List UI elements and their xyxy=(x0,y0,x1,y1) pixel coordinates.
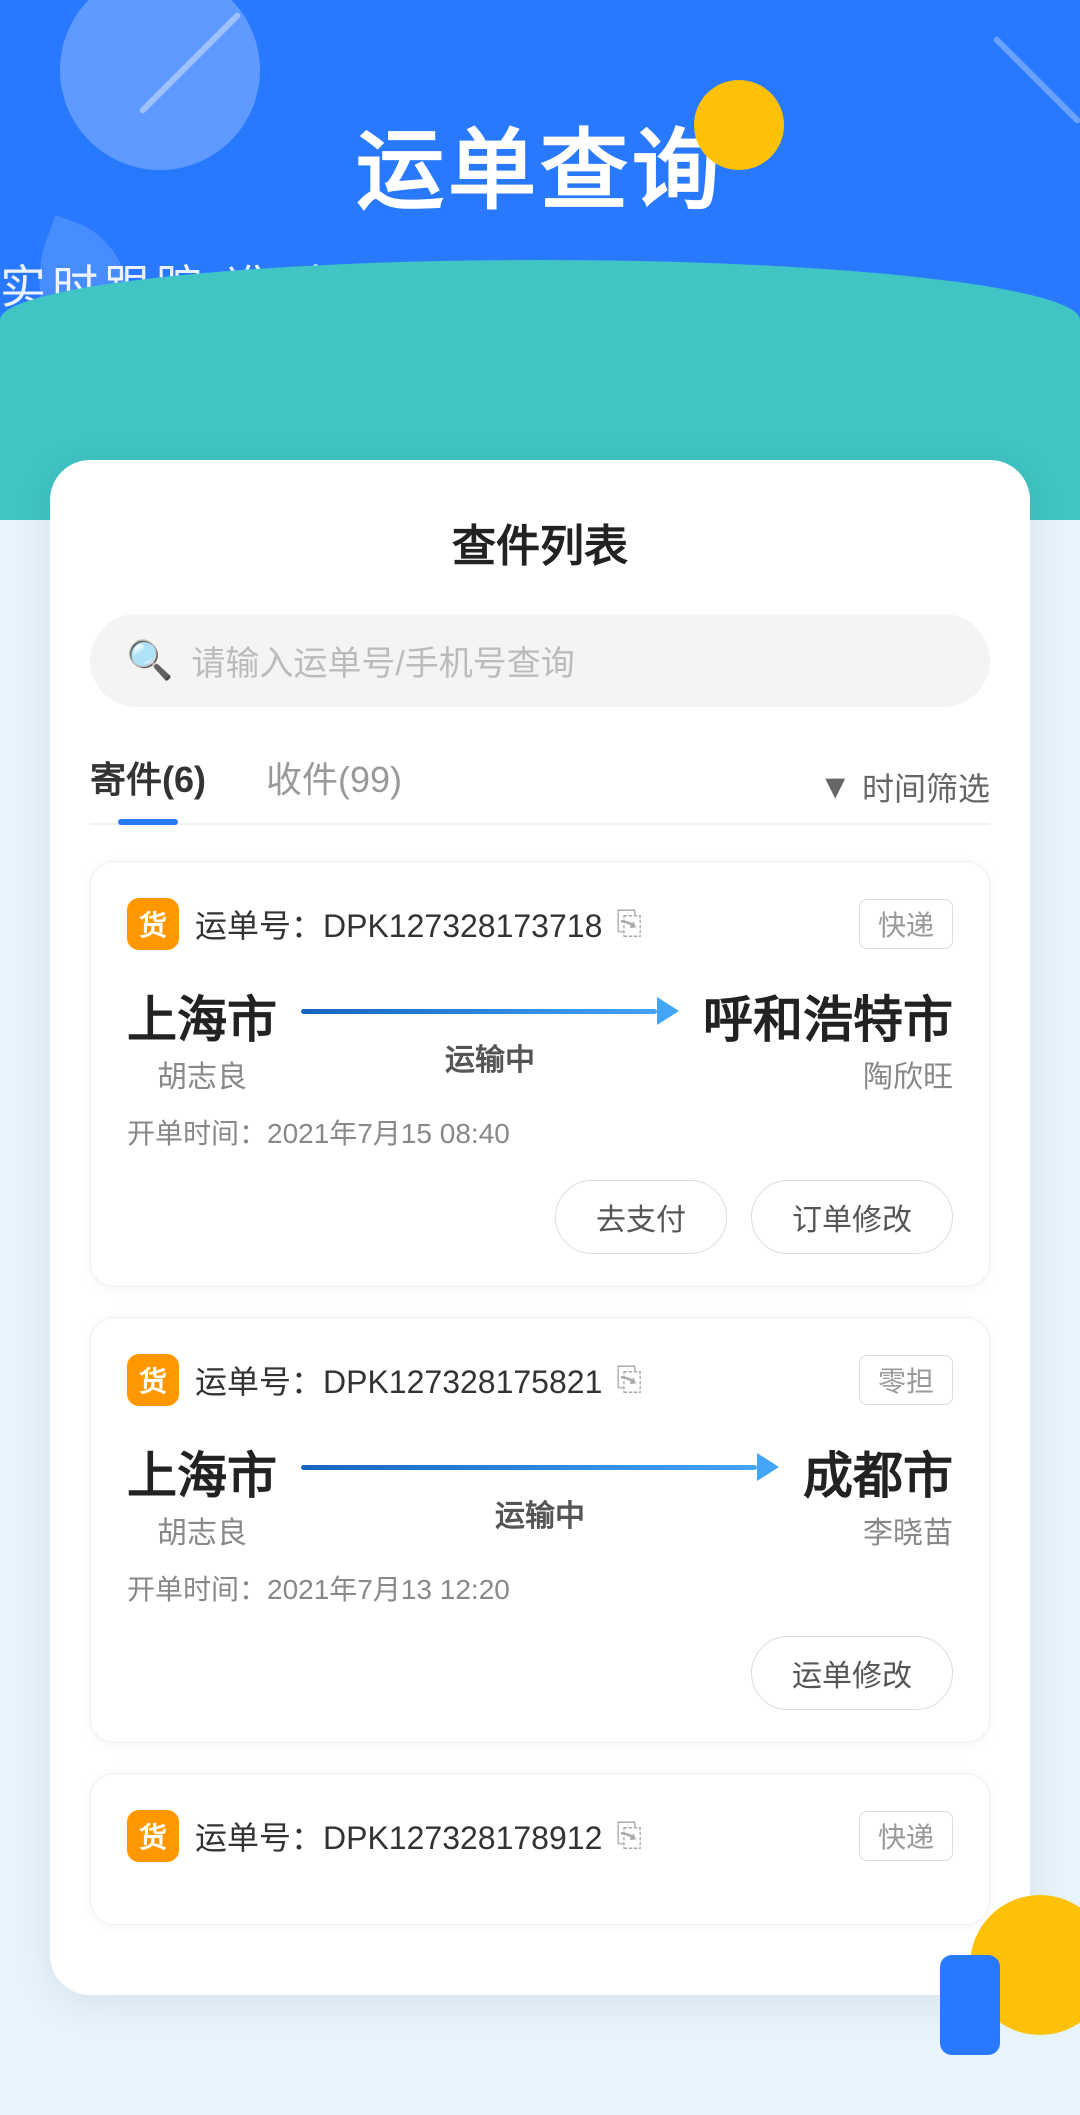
filter-label: 时间筛选 xyxy=(862,764,990,810)
route-arrow-1: 运输中 xyxy=(277,997,703,1079)
arrow-line-1 xyxy=(301,997,679,1025)
pkg-time-2: 开单时间：2021年7月13 12:20 xyxy=(127,1568,953,1608)
hero-title-text: 运单查询 xyxy=(356,121,724,220)
route-row-1: 上海市 胡志良 运输中 呼和浩特市 陶欣旺 xyxy=(127,980,953,1096)
tab-sent[interactable]: 寄件(6) xyxy=(90,751,206,823)
pkg-card-header-3: 货 运单号：DPK127328178912 ⎘ 快递 xyxy=(127,1810,953,1862)
pkg-card-header-2: 货 运单号：DPK127328175821 ⎘ 零担 xyxy=(127,1354,953,1406)
to-name-2: 李晓苗 xyxy=(803,1508,953,1552)
arrow-head-2 xyxy=(757,1453,779,1481)
to-name-1: 陶欣旺 xyxy=(703,1052,953,1096)
arrow-head-1 xyxy=(657,997,679,1025)
to-city-2: 成都市 李晓苗 xyxy=(803,1436,953,1552)
tabs-row: 寄件(6) 收件(99) ▼ 时间筛选 xyxy=(90,751,990,825)
copy-icon-2[interactable]: ⎘ xyxy=(616,1361,642,1399)
to-city-text-2: 成都市 xyxy=(803,1436,953,1508)
package-card-2: 货 运单号：DPK127328175821 ⎘ 零担 上海市 胡志良 运输中 成… xyxy=(90,1317,990,1743)
pkg-icon-3: 货 xyxy=(127,1810,179,1862)
pkg-time-1: 开单时间：2021年7月15 08:40 xyxy=(127,1112,953,1152)
pkg-type-3: 快递 xyxy=(859,1811,953,1861)
tab-received[interactable]: 收件(99) xyxy=(266,751,402,823)
hero-title: 运单查询 xyxy=(356,100,724,227)
search-placeholder-text: 请输入运单号/手机号查询 xyxy=(191,636,574,685)
search-icon: 🔍 xyxy=(126,639,173,683)
time-filter[interactable]: ▼ 时间筛选 xyxy=(818,764,990,810)
route-row-2: 上海市 胡志良 运输中 成都市 李晓苗 xyxy=(127,1436,953,1552)
panel-title: 查件列表 xyxy=(90,510,990,574)
pkg-card-header-1: 货 运单号：DPK127328173718 ⎘ 快递 xyxy=(127,898,953,950)
route-status-1: 运输中 xyxy=(445,1035,535,1079)
bottom-blue-rect xyxy=(940,1955,1000,2055)
card-panel: 查件列表 🔍 请输入运单号/手机号查询 寄件(6) 收件(99) ▼ 时间筛选 … xyxy=(50,460,1030,1995)
route-arrow-2: 运输中 xyxy=(277,1453,803,1535)
pkg-icon-1: 货 xyxy=(127,898,179,950)
pkg-icon-2: 货 xyxy=(127,1354,179,1406)
modify-button-2[interactable]: 运单修改 xyxy=(751,1636,953,1710)
content-area: 查件列表 🔍 请输入运单号/手机号查询 寄件(6) 收件(99) ▼ 时间筛选 … xyxy=(0,520,1080,2115)
package-card-3: 货 运单号：DPK127328178912 ⎘ 快递 xyxy=(90,1773,990,1925)
pkg-waybill-1: 运单号：DPK127328173718 xyxy=(195,901,602,947)
from-city-2: 上海市 胡志良 xyxy=(127,1436,277,1552)
to-city-1: 呼和浩特市 陶欣旺 xyxy=(703,980,953,1096)
modify-button-1[interactable]: 订单修改 xyxy=(751,1180,953,1254)
copy-icon-3[interactable]: ⎘ xyxy=(616,1817,642,1855)
filter-icon: ▼ xyxy=(818,768,852,807)
from-city-1: 上海市 胡志良 xyxy=(127,980,277,1096)
hero-title-wrap: 运单查询 xyxy=(0,100,1080,227)
from-name-1: 胡志良 xyxy=(127,1052,277,1096)
hero-title-dot xyxy=(694,80,784,170)
from-city-text-1: 上海市 xyxy=(127,980,277,1052)
route-status-2: 运输中 xyxy=(495,1491,585,1535)
from-city-text-2: 上海市 xyxy=(127,1436,277,1508)
copy-icon-1[interactable]: ⎘ xyxy=(616,905,642,943)
search-bar[interactable]: 🔍 请输入运单号/手机号查询 xyxy=(90,614,990,707)
hero-section: 运单查询 实时跟踪 准时送达 xyxy=(0,0,1080,520)
arrow-line-2 xyxy=(301,1453,779,1481)
pkg-waybill-3: 运单号：DPK127328178912 xyxy=(195,1813,602,1859)
package-card-1: 货 运单号：DPK127328173718 ⎘ 快递 上海市 胡志良 运输中 呼… xyxy=(90,861,990,1287)
pkg-type-1: 快递 xyxy=(859,899,953,949)
action-row-1: 去支付 订单修改 xyxy=(127,1180,953,1254)
pkg-type-2: 零担 xyxy=(859,1355,953,1405)
tab-sent-label: 寄件(6) xyxy=(90,759,206,800)
from-name-2: 胡志良 xyxy=(127,1508,277,1552)
pkg-waybill-2: 运单号：DPK127328175821 xyxy=(195,1357,602,1403)
pay-button-1[interactable]: 去支付 xyxy=(555,1180,727,1254)
tab-received-label: 收件(99) xyxy=(266,759,402,800)
action-row-2: 运单修改 xyxy=(127,1636,953,1710)
to-city-text-1: 呼和浩特市 xyxy=(703,980,953,1052)
